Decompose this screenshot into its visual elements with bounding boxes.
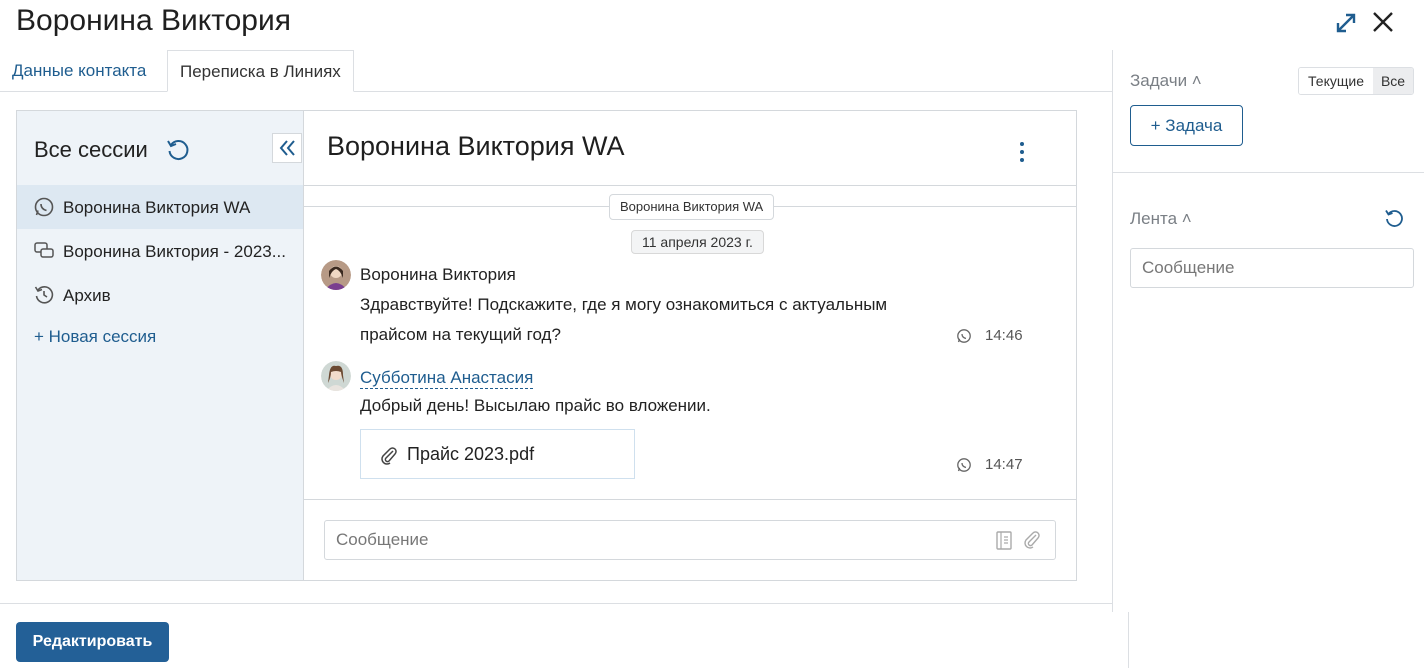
- session-chip: Воронина Виктория WA: [609, 194, 775, 220]
- divider: [304, 499, 1076, 500]
- session-label: Архив: [63, 286, 111, 305]
- whatsapp-icon: [33, 196, 55, 218]
- whatsapp-icon: [956, 328, 972, 344]
- chat-area: Воронина Виктория WA Воронина Виктория W…: [304, 111, 1076, 580]
- filter-all-button[interactable]: Все: [1373, 68, 1413, 94]
- filter-current-button[interactable]: Текущие: [1299, 68, 1373, 94]
- message-text: Здравствуйте! Подскажите, где я могу озн…: [360, 295, 888, 314]
- refresh-icon[interactable]: [165, 137, 191, 163]
- tab-contact-data[interactable]: Данные контакта: [0, 50, 158, 92]
- message-time: 14:46: [985, 327, 1023, 344]
- attachment-name: Прайс 2023.pdf: [407, 444, 535, 464]
- tasks-filter: Текущие Все: [1298, 67, 1414, 95]
- add-task-button[interactable]: + Задача: [1130, 105, 1243, 146]
- chat-panel: Все сессии Воронина Виктория WA Воронина…: [16, 110, 1077, 581]
- date-separator: 11 апреля 2023 г.: [631, 230, 764, 254]
- sessions-title: Все сессии: [34, 137, 148, 162]
- chat-title: Воронина Виктория WA: [327, 131, 625, 161]
- contact-title: Воронина Виктория: [16, 4, 291, 37]
- attach-icon[interactable]: [1021, 529, 1043, 551]
- message-author-link[interactable]: Субботина Анастасия: [360, 368, 534, 389]
- refresh-icon[interactable]: [1383, 207, 1405, 229]
- chat-bubbles-icon: [33, 240, 55, 262]
- avatar: [321, 260, 351, 290]
- session-label: Воронина Виктория WA: [63, 198, 251, 217]
- message-author: Воронина Виктория: [360, 265, 516, 284]
- tab-lines-correspondence[interactable]: Переписка в Линиях: [167, 50, 354, 92]
- right-panel-divider: [1112, 50, 1113, 612]
- edit-button[interactable]: Редактировать: [16, 622, 169, 662]
- feed-section-toggle[interactable]: Лента ˄: [1130, 209, 1192, 229]
- message-time: 14:47: [985, 456, 1023, 473]
- session-item-archive[interactable]: Архив: [17, 273, 303, 317]
- new-session-button[interactable]: + Новая сессия: [34, 327, 156, 347]
- close-icon[interactable]: [1370, 9, 1396, 35]
- templates-icon[interactable]: [993, 529, 1015, 551]
- tab-bar: Данные контакта Переписка в Линиях: [0, 50, 1112, 92]
- expand-icon[interactable]: [1333, 10, 1359, 36]
- divider: [0, 603, 1112, 604]
- divider: [304, 185, 1076, 186]
- tasks-section-toggle[interactable]: Задачи ˄: [1130, 71, 1202, 91]
- footer-divider: [1128, 612, 1129, 668]
- message-input[interactable]: [324, 520, 1056, 560]
- session-item-wa[interactable]: Воронина Виктория WA: [17, 185, 303, 229]
- message-text: Добрый день! Высылаю прайс во вложении.: [360, 396, 711, 415]
- attachment-file[interactable]: Прайс 2023.pdf: [360, 429, 635, 479]
- session-item-2023[interactable]: Воронина Виктория - 2023...: [17, 229, 303, 273]
- sessions-sidebar: Все сессии Воронина Виктория WA Воронина…: [17, 111, 304, 580]
- feed-message-input[interactable]: [1130, 248, 1414, 288]
- paperclip-icon: [379, 445, 399, 465]
- more-menu-icon[interactable]: [1012, 139, 1032, 167]
- whatsapp-icon: [956, 457, 972, 473]
- collapse-sidebar-button[interactable]: [272, 133, 302, 163]
- history-icon: [33, 284, 55, 306]
- message-text: прайсом на текущий год?: [360, 325, 561, 344]
- avatar: [321, 361, 351, 391]
- session-label: Воронина Виктория - 2023...: [63, 242, 286, 261]
- divider: [1113, 172, 1424, 173]
